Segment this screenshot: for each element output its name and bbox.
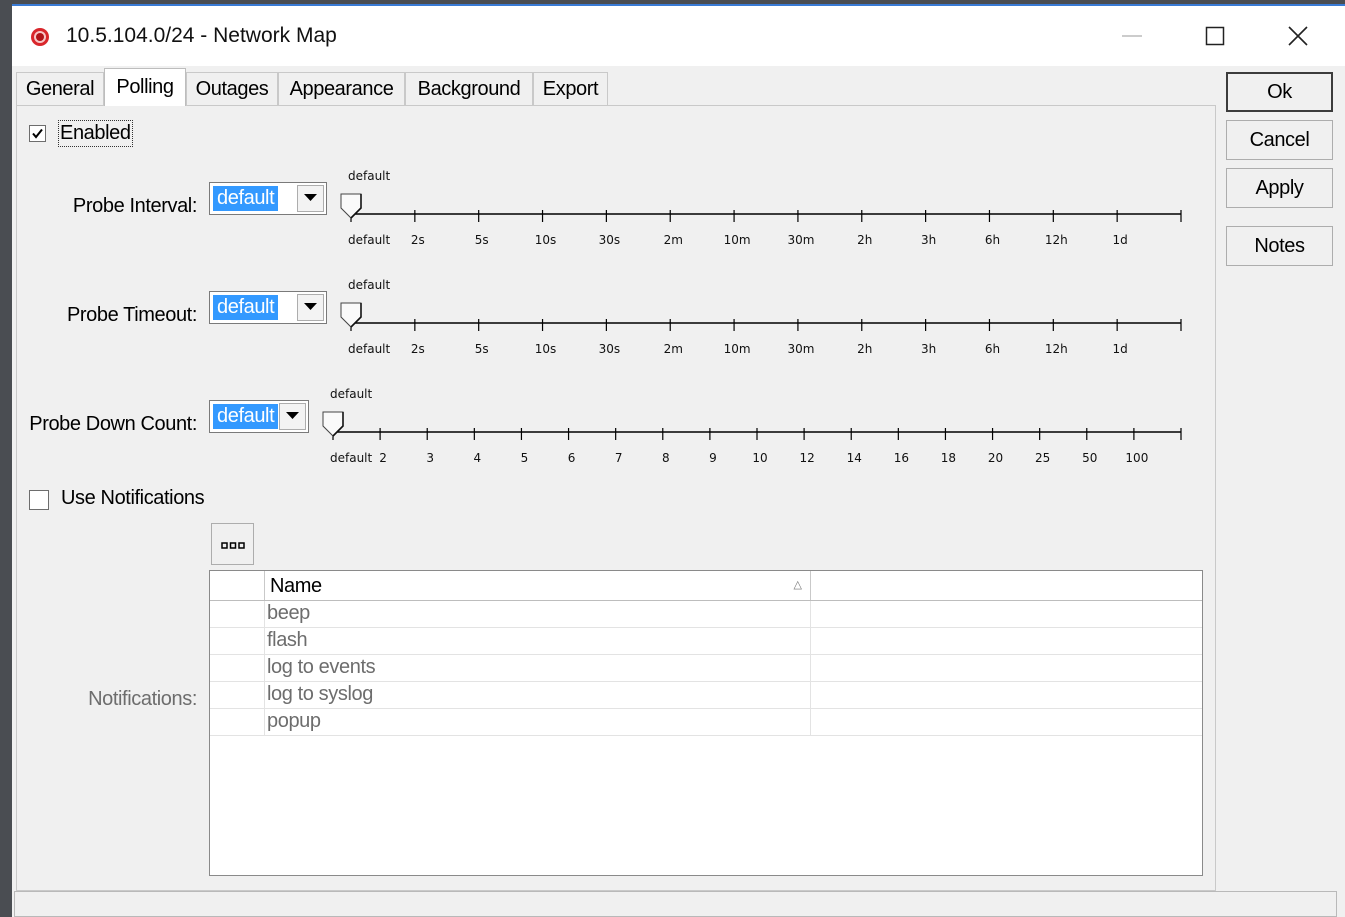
slider-tick-label: 5s (475, 233, 489, 247)
slider-tick-label: 18 (941, 451, 956, 465)
slider-tick-label: 12 (799, 451, 814, 465)
slider-tick-label: 2s (411, 233, 425, 247)
notifications-list[interactable]: Name △ beep flash log to events log to s… (209, 570, 1203, 876)
enabled-label[interactable]: Enabled (58, 120, 133, 147)
slider-tick-label: 14 (847, 451, 862, 465)
slider-tick-label: 7 (615, 451, 623, 465)
notifications-label: Notifications: (88, 688, 197, 710)
slider-tick-label: 30m (787, 342, 814, 356)
tab-outages[interactable]: Outages (186, 72, 278, 105)
slider-tick-label: 2h (857, 233, 872, 247)
tab-polling[interactable]: Polling (104, 68, 186, 106)
tab-background[interactable]: Background (405, 72, 533, 105)
notification-name: popup (267, 710, 321, 732)
slider-tick-label: 6 (568, 451, 576, 465)
notes-button[interactable]: Notes (1226, 226, 1333, 266)
notification-name: beep (267, 602, 310, 624)
probe-down-count-slider[interactable]: default 2 3 4 5 6 7 8 9 10 12 14 16 18 20 25 50 100 defaul… (17, 380, 1217, 470)
slider-tick-label: 6h (985, 342, 1000, 356)
list-item[interactable]: beep (210, 601, 1202, 628)
slider-tick-label: 100 (1125, 451, 1148, 465)
list-header-extra-column[interactable] (811, 571, 1202, 600)
slider-tick-label: 9 (709, 451, 717, 465)
slider-tick-label: 25 (1035, 451, 1050, 465)
slider-tick-label: 16 (894, 451, 909, 465)
slider-tick-label: 3h (921, 233, 936, 247)
slider-tick-label: 2m (664, 342, 683, 356)
network-map-window: 10.5.104.0/24 - Network Map General Poll… (12, 4, 1345, 917)
notification-name: log to events (267, 656, 376, 678)
slider-tick-label: 10m (724, 342, 751, 356)
slider-tick-label: 12h (1045, 233, 1068, 247)
probe-interval-slider[interactable]: default 2s 5s 10s 30s 2m 10m 30m 2h 3h 6h 12h 1d defa… (17, 162, 1217, 252)
slider-tick-label: 10s (535, 233, 557, 247)
probe-timeout-slider[interactable]: default 2s 5s 10s 30s 2m 10m 30m 2h 3h 6h 12h 1d defa… (17, 271, 1217, 361)
slider-tick-label: default (330, 451, 373, 465)
list-header-name-column[interactable]: Name △ (265, 571, 811, 600)
list-item[interactable]: log to events (210, 655, 1202, 682)
slider-tick-label: 30s (599, 233, 621, 247)
minimize-button[interactable] (1109, 16, 1155, 56)
polling-panel: Enabled Probe Interval: default default 2… (16, 105, 1216, 891)
slider-tick-label: default (348, 233, 391, 247)
slider-tick-label: 5s (475, 342, 489, 356)
sort-ascending-icon: △ (793, 579, 802, 591)
notifications-more-button[interactable] (211, 523, 254, 565)
cancel-button[interactable]: Cancel (1226, 120, 1333, 160)
slider-value-label: default (330, 387, 373, 401)
slider-tick-label: 1d (1113, 233, 1128, 247)
app-icon (30, 27, 50, 47)
minimize-icon (1122, 35, 1142, 37)
slider-tick-label: 30m (787, 233, 814, 247)
ok-button[interactable]: Ok (1226, 72, 1333, 112)
window-title: 10.5.104.0/24 - Network Map (66, 24, 337, 47)
slider-tick-label: 1d (1113, 342, 1128, 356)
title-bar[interactable]: 10.5.104.0/24 - Network Map (12, 6, 1345, 66)
list-header-select-column[interactable] (210, 571, 265, 600)
apply-button[interactable]: Apply (1226, 168, 1333, 208)
slider-tick-label: 5 (521, 451, 529, 465)
status-bar (14, 891, 1337, 917)
maximize-button[interactable] (1192, 16, 1238, 56)
ellipsis-icon (221, 542, 245, 549)
slider-tick-label: 2 (379, 451, 387, 465)
slider-tick-label: 2m (664, 233, 683, 247)
slider-tick-label: 30s (599, 342, 621, 356)
slider-tick-label: 8 (662, 451, 670, 465)
tab-general[interactable]: General (16, 72, 104, 105)
slider-tick-label: 20 (988, 451, 1003, 465)
slider-tick-label: 50 (1082, 451, 1097, 465)
slider-value-label: default (348, 169, 391, 183)
slider-tick-label: 4 (474, 451, 482, 465)
close-button[interactable] (1275, 16, 1321, 56)
column-name-label: Name (270, 575, 322, 597)
use-notifications-checkbox[interactable] (29, 490, 49, 510)
slider-value-label: default (348, 278, 391, 292)
enabled-checkbox[interactable] (29, 125, 46, 142)
list-item[interactable]: flash (210, 628, 1202, 655)
list-item[interactable]: popup (210, 709, 1202, 736)
slider-tick-label: 12h (1045, 342, 1068, 356)
slider-tick-label: 10 (752, 451, 767, 465)
notification-name: flash (267, 629, 308, 651)
list-item[interactable]: log to syslog (210, 682, 1202, 709)
slider-tick-label: 10s (535, 342, 557, 356)
slider-tick-label: 10m (724, 233, 751, 247)
slider-tick-label: 3 (426, 451, 434, 465)
checkmark-icon (32, 128, 43, 139)
slider-tick-label: 2s (411, 342, 425, 356)
tab-appearance[interactable]: Appearance (278, 72, 405, 105)
list-header: Name △ (210, 571, 1202, 601)
use-notifications-label: Use Notifications (61, 487, 205, 509)
maximize-icon (1205, 26, 1225, 46)
notification-name: log to syslog (267, 683, 373, 705)
slider-tick-label: 3h (921, 342, 936, 356)
tab-export[interactable]: Export (533, 72, 608, 105)
close-icon (1288, 26, 1308, 46)
slider-tick-label: default (348, 342, 391, 356)
slider-tick-label: 2h (857, 342, 872, 356)
slider-tick-label: 6h (985, 233, 1000, 247)
